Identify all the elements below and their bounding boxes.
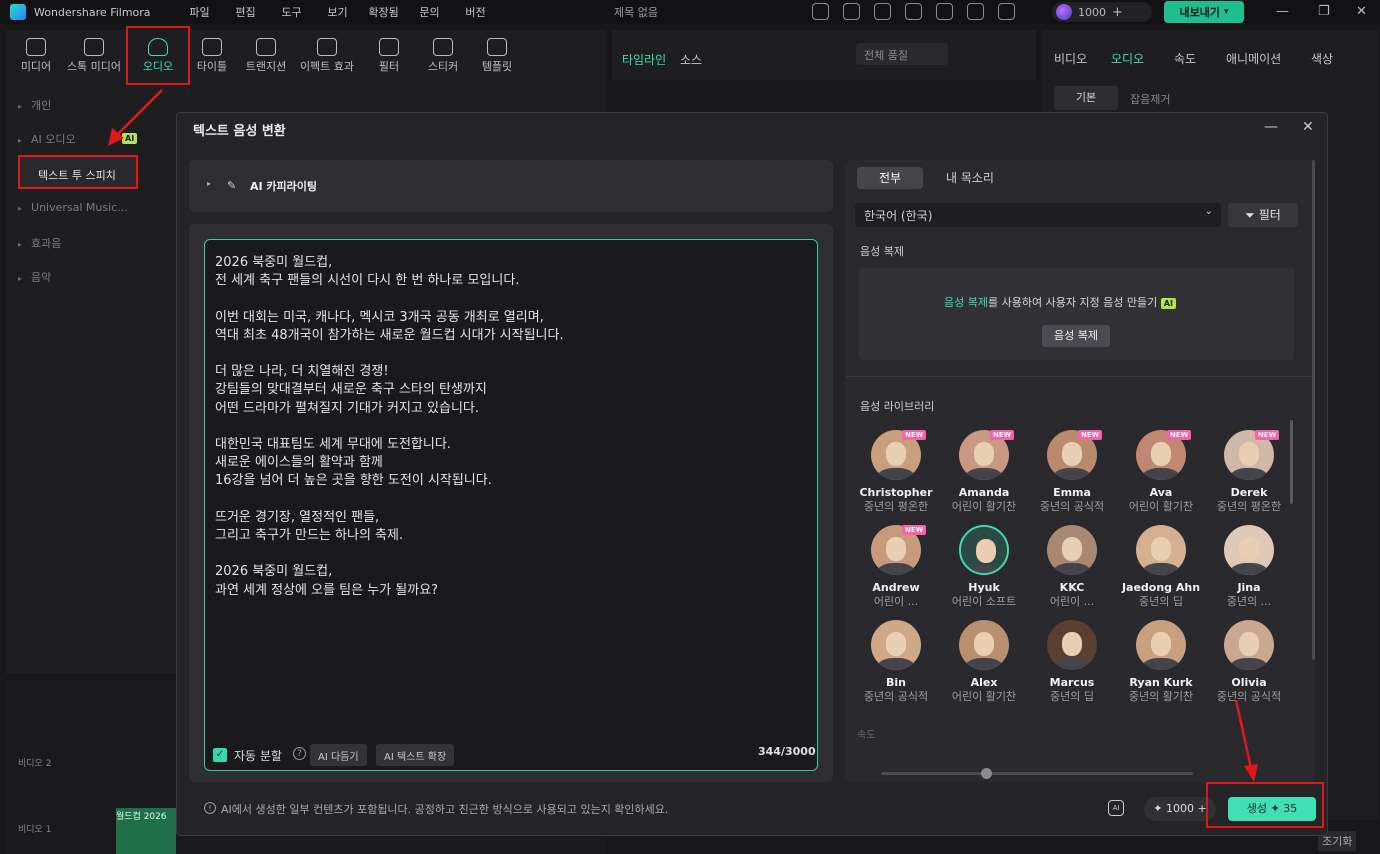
new-badge: NEW [1078, 430, 1103, 440]
arrow-line [1234, 699, 1253, 769]
new-badge: NEW [1255, 430, 1280, 440]
arrow-line [117, 89, 163, 135]
new-badge: NEW [990, 430, 1015, 440]
new-badge: NEW [902, 430, 927, 440]
arrow-head [1244, 764, 1258, 782]
new-badge: NEW [1167, 430, 1192, 440]
new-badge: NEW [902, 525, 927, 535]
annotation-arrows [108, 89, 1258, 782]
